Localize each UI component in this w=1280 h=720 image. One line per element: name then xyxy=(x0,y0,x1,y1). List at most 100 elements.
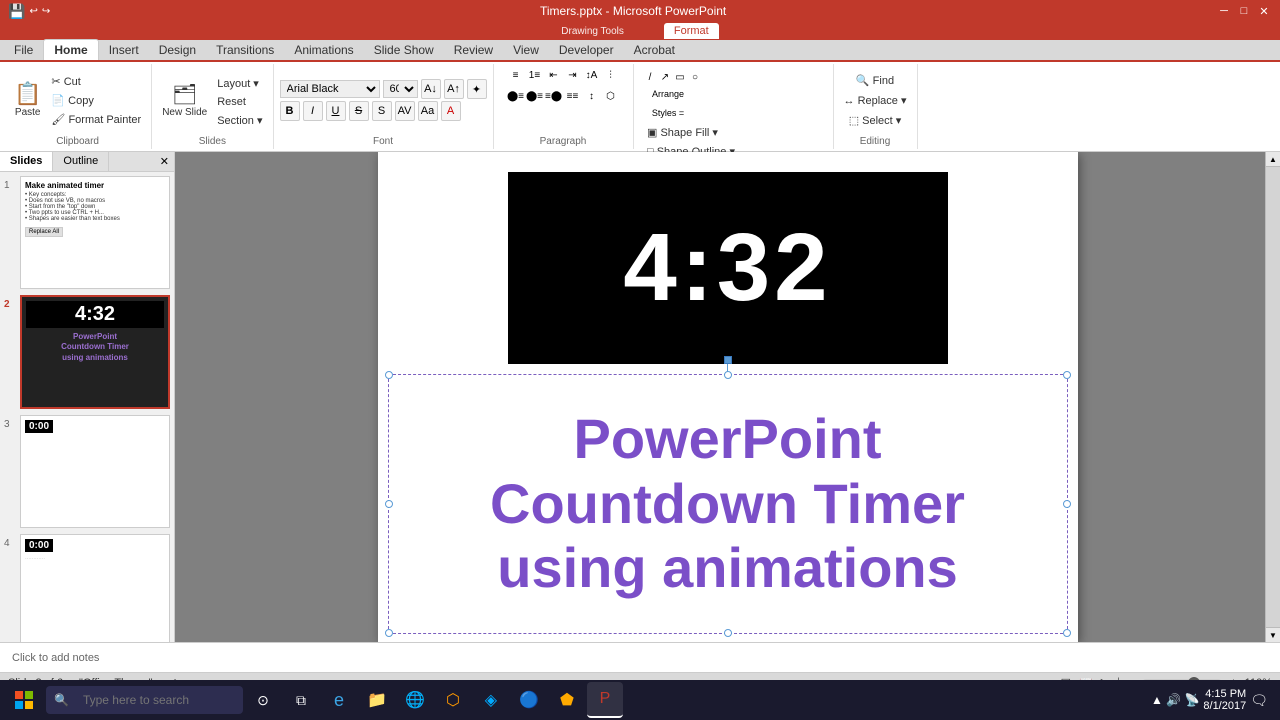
align-center-button[interactable]: ⬤≡ xyxy=(526,87,544,105)
numbering-button[interactable]: 1≡ xyxy=(526,66,544,84)
shadow-button[interactable]: S xyxy=(372,101,392,121)
taskbar-cortana[interactable]: ⊙ xyxy=(245,682,281,718)
maximize-button[interactable]: □ xyxy=(1236,3,1252,19)
line-spacing-button[interactable]: ↕ xyxy=(583,87,601,105)
shape-line[interactable]: / xyxy=(643,70,657,84)
layout-button[interactable]: Layout ▾ xyxy=(213,75,266,92)
convert-smartart-button[interactable]: ⬡ xyxy=(602,87,620,105)
taskbar: 🔍 ⊙ ⧉ e 📁 🌐 ⬡ ◈ 🔵 ⬟ P ▲ 🔊 📡 4:15 PM 8/1/… xyxy=(0,680,1280,720)
paste-button[interactable]: 📋 Paste xyxy=(10,66,45,134)
slide-number-4: 4 xyxy=(4,534,20,549)
panel-close-button[interactable]: ✕ xyxy=(155,152,174,171)
format-painter-button[interactable]: 🖌 Format Painter xyxy=(47,111,145,128)
tab-review[interactable]: Review xyxy=(444,40,503,60)
taskbar-explorer[interactable]: 📁 xyxy=(359,682,395,718)
tab-acrobat[interactable]: Acrobat xyxy=(624,40,685,60)
strikethrough-button[interactable]: S xyxy=(349,101,369,121)
decrease-indent-button[interactable]: ⇤ xyxy=(545,66,563,84)
close-button[interactable]: ✕ xyxy=(1256,3,1272,19)
select-button[interactable]: ⬚ Select ▾ xyxy=(845,112,906,129)
shapes-palette: / ↗ ▭ ○ Arrange Styles = xyxy=(643,70,743,122)
clear-format-button[interactable]: ✦ xyxy=(467,79,487,99)
taskbar-edge[interactable]: e xyxy=(321,682,357,718)
tab-home[interactable]: Home xyxy=(43,39,98,60)
text-direction-button[interactable]: ↕A xyxy=(583,66,601,84)
tab-developer[interactable]: Developer xyxy=(549,40,624,60)
replace-button[interactable]: ↔ Replace ▾ xyxy=(840,92,911,109)
minimize-button[interactable]: ─ xyxy=(1216,3,1232,19)
tab-slideshow[interactable]: Slide Show xyxy=(364,40,444,60)
shape-fill-button[interactable]: ▣ Shape Fill ▾ xyxy=(643,124,740,141)
handle-top-right[interactable] xyxy=(1063,371,1071,379)
scroll-down-arrow[interactable]: ▼ xyxy=(1266,627,1280,642)
taskbar-unknown1[interactable]: ⬡ xyxy=(435,682,471,718)
justify-button[interactable]: ≡≡ xyxy=(564,87,582,105)
text-box[interactable]: PowerPoint Countdown Timer using animati… xyxy=(388,374,1068,634)
notification-icon[interactable]: 🗨 xyxy=(1250,692,1268,709)
italic-button[interactable]: I xyxy=(303,101,323,121)
notes-area[interactable]: Click to add notes xyxy=(0,642,1280,672)
slide-thumb-4[interactable]: 0:00 ............ xyxy=(20,534,170,643)
columns-button[interactable]: ⫶ xyxy=(602,66,620,84)
rotate-handle[interactable] xyxy=(724,356,732,364)
handle-middle-right[interactable] xyxy=(1063,500,1071,508)
search-box[interactable]: 🔍 xyxy=(46,686,243,714)
scroll-up-arrow[interactable]: ▲ xyxy=(1266,152,1280,167)
align-left-button[interactable]: ⬤≡ xyxy=(507,87,525,105)
shape-oval[interactable]: ○ xyxy=(688,70,702,84)
handle-bottom-right[interactable] xyxy=(1063,629,1071,637)
cut-button[interactable]: ✂ Cut xyxy=(47,73,145,90)
search-input[interactable] xyxy=(75,686,235,714)
tab-transitions[interactable]: Transitions xyxy=(206,40,284,60)
handle-top-left[interactable] xyxy=(385,371,393,379)
new-slide-button[interactable]: 🗂 New Slide xyxy=(158,72,211,128)
new-slide-icon: 🗂 xyxy=(172,82,197,107)
bullets-button[interactable]: ≡ xyxy=(507,66,525,84)
handle-top-middle[interactable] xyxy=(724,371,732,379)
taskbar-unknown2[interactable]: ◈ xyxy=(473,682,509,718)
font-name-select[interactable]: Arial Black xyxy=(280,80,380,98)
handle-bottom-middle[interactable] xyxy=(724,629,732,637)
slide-thumb-2[interactable]: 4:32 PowerPointCountdown Timerusing anim… xyxy=(20,295,170,409)
reset-button[interactable]: Reset xyxy=(213,94,266,110)
taskbar-unknown3[interactable]: 🔵 xyxy=(511,682,547,718)
handle-middle-left[interactable] xyxy=(385,500,393,508)
increase-indent-button[interactable]: ⇥ xyxy=(564,66,582,84)
char-spacing-button[interactable]: AV xyxy=(395,101,415,121)
font-size-select[interactable]: 60 xyxy=(383,80,418,98)
format-tab[interactable]: Format xyxy=(664,23,719,39)
font-color-button[interactable]: A xyxy=(441,101,461,121)
slides-tab[interactable]: Slides xyxy=(0,152,53,171)
start-button[interactable] xyxy=(4,682,44,718)
taskbar-unknown4[interactable]: ⬟ xyxy=(549,682,585,718)
section-button[interactable]: Section ▾ xyxy=(213,112,266,129)
slide-thumb-3[interactable]: 0:00 xyxy=(20,415,170,528)
handle-bottom-left[interactable] xyxy=(385,629,393,637)
slide-thumb-1[interactable]: Make animated timer • Key concepts: • Do… xyxy=(20,176,170,289)
increase-font-button[interactable]: A↑ xyxy=(444,79,464,99)
arrange-button[interactable]: Arrange xyxy=(643,85,693,103)
underline-button[interactable]: U xyxy=(326,101,346,121)
decrease-font-button[interactable]: A↓ xyxy=(421,79,441,99)
tab-animations[interactable]: Animations xyxy=(284,40,363,60)
tab-design[interactable]: Design xyxy=(149,40,206,60)
align-right-button[interactable]: ≡⬤ xyxy=(545,87,563,105)
taskbar-chrome[interactable]: 🌐 xyxy=(397,682,433,718)
title-line2: Countdown Timer xyxy=(490,472,965,535)
tab-file[interactable]: File xyxy=(4,40,43,60)
outline-tab[interactable]: Outline xyxy=(53,152,109,171)
vertical-scrollbar[interactable]: ▲ ▼ xyxy=(1265,152,1280,642)
taskbar-powerpoint[interactable]: P xyxy=(587,682,623,718)
tab-view[interactable]: View xyxy=(503,40,549,60)
quick-styles-button[interactable]: Styles = xyxy=(643,104,693,122)
shape-arrow[interactable]: ↗ xyxy=(658,70,672,84)
slides-group: 🗂 New Slide Layout ▾ Reset Section ▾ Sli… xyxy=(152,64,273,149)
bold-button[interactable]: B xyxy=(280,101,300,121)
find-button[interactable]: 🔍 Find xyxy=(852,72,898,89)
copy-button[interactable]: 📄 Copy xyxy=(47,92,145,109)
change-case-button[interactable]: Aa xyxy=(418,101,438,121)
shape-rect[interactable]: ▭ xyxy=(673,70,687,84)
tab-insert[interactable]: Insert xyxy=(99,40,149,60)
taskbar-taskview[interactable]: ⧉ xyxy=(283,682,319,718)
paste-label: Paste xyxy=(15,107,41,118)
